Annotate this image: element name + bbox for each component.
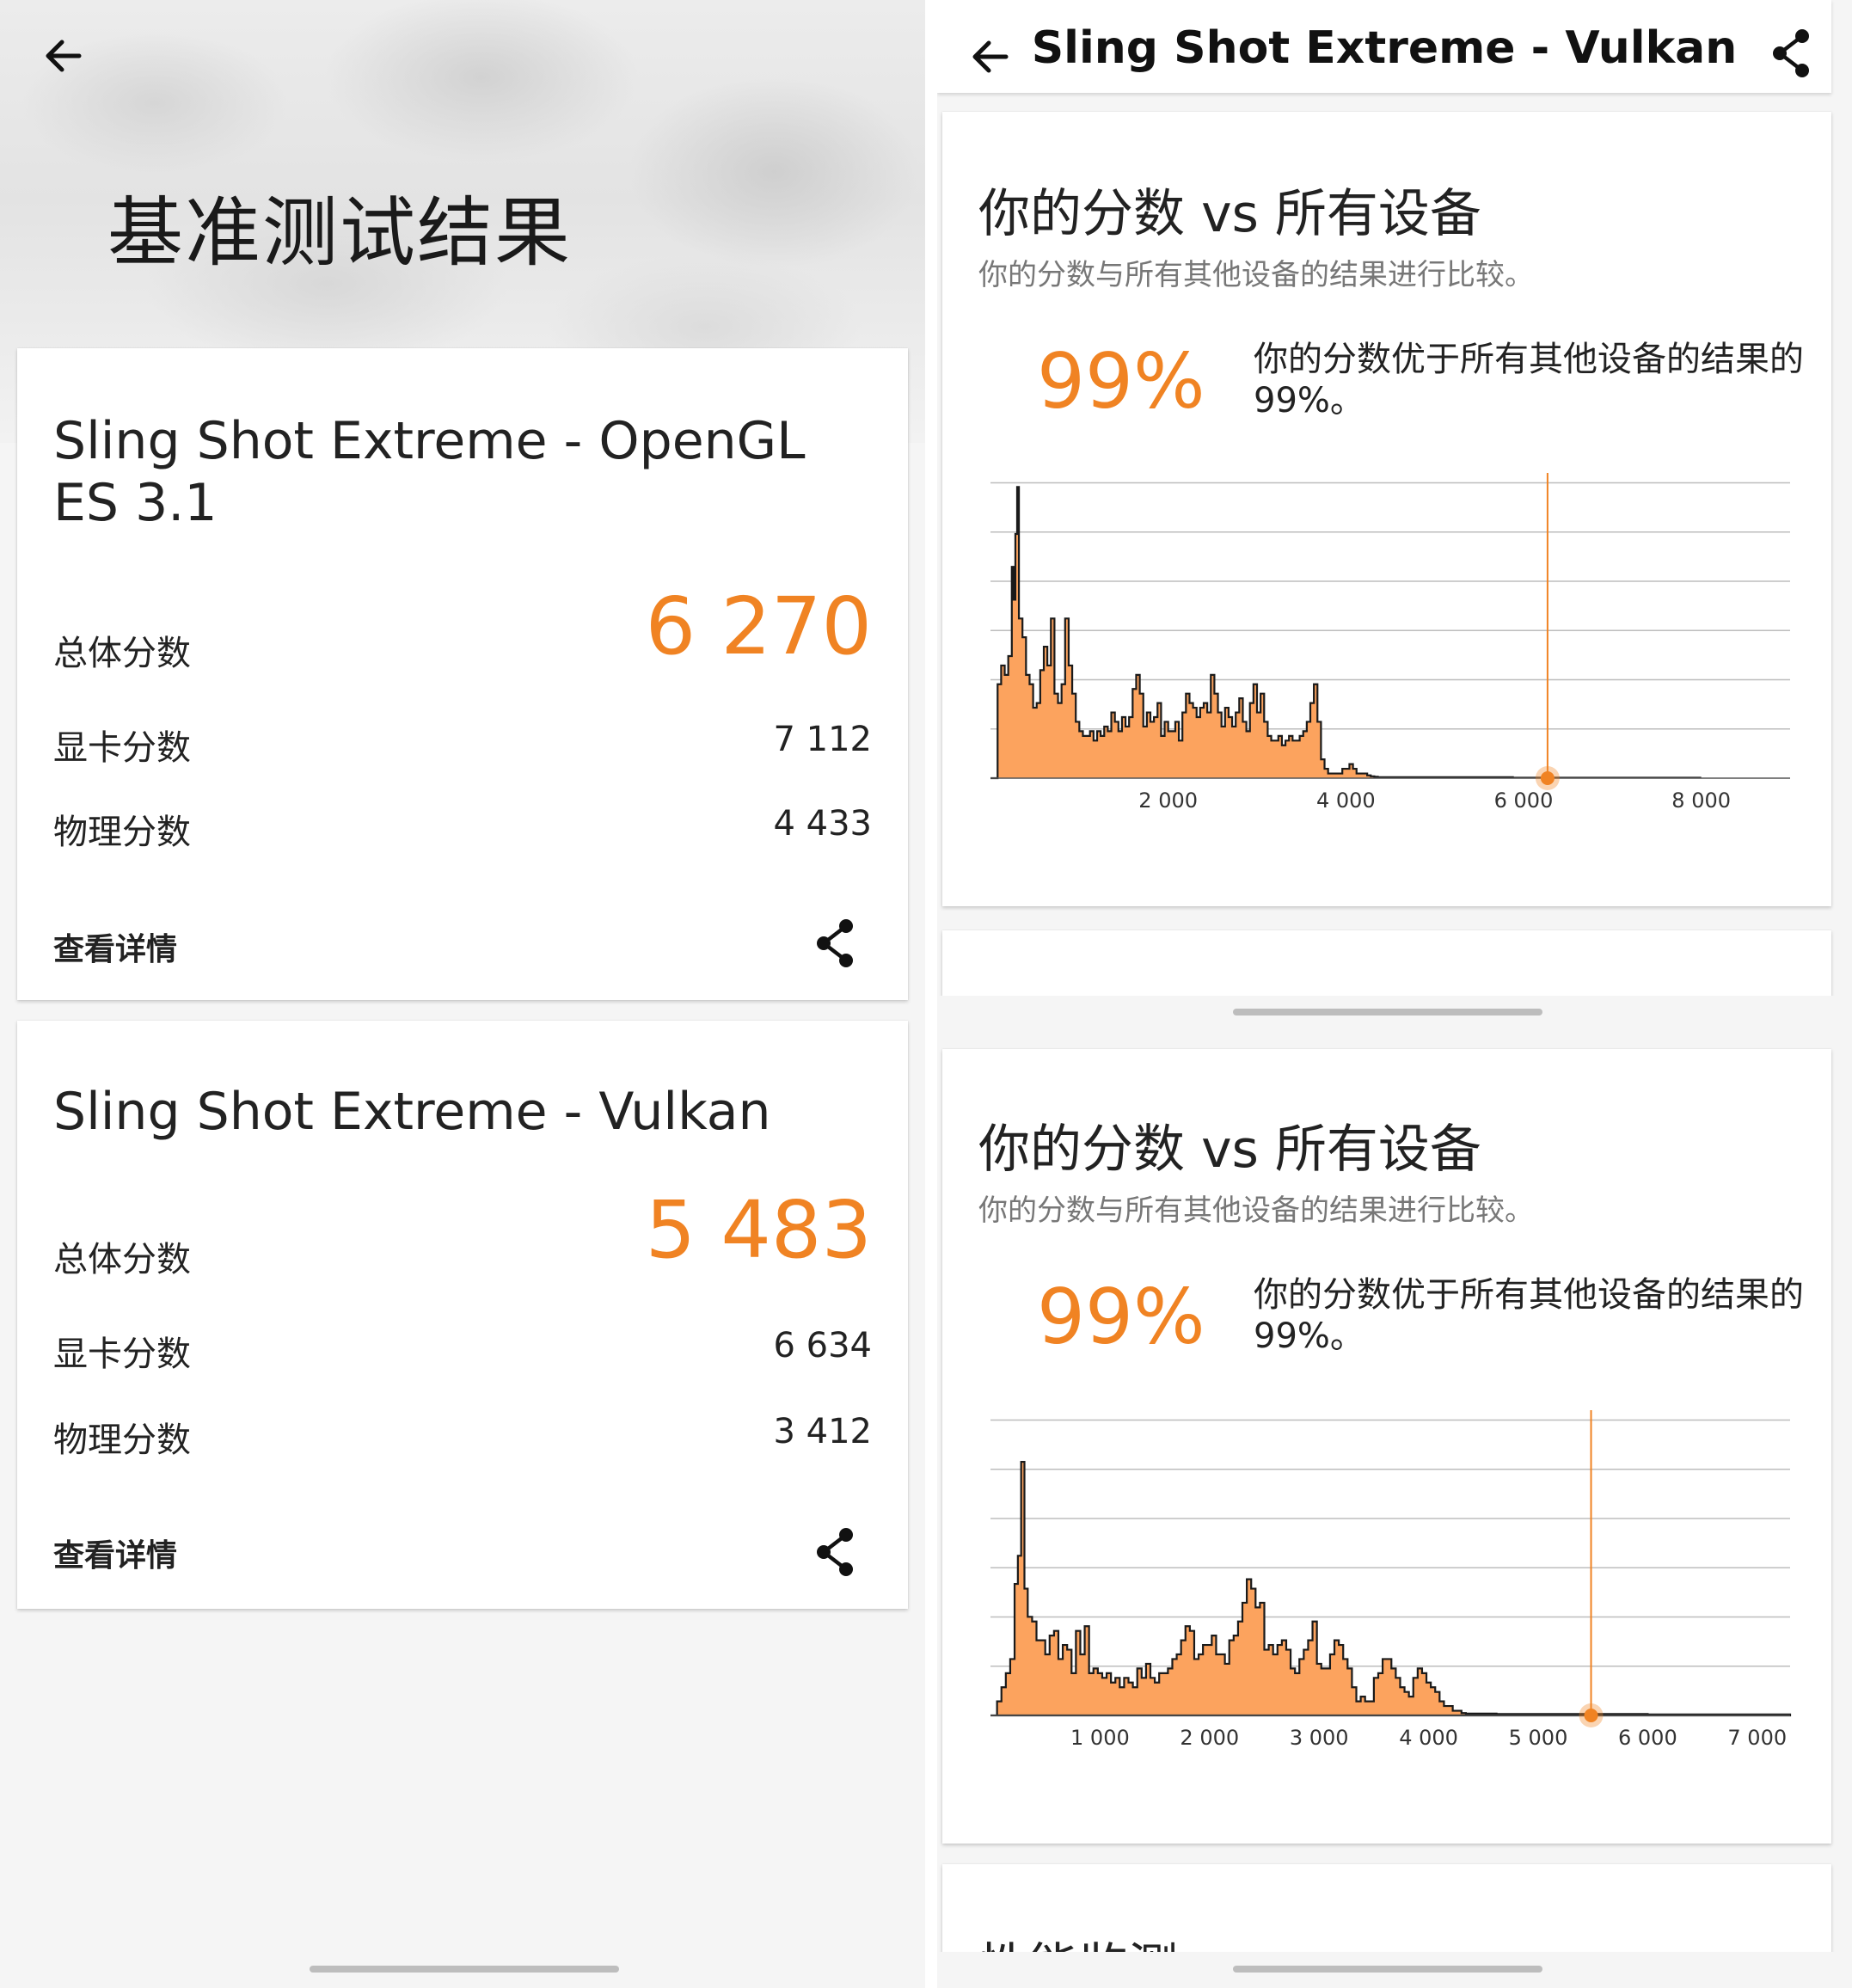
percentile-description: 你的分数优于所有其他设备的结果的 99%。: [1254, 1275, 1804, 1356]
percentile-value: 99%: [1037, 337, 1205, 426]
app-bar-title: Sling Shot Extreme - Vulkan: [1031, 22, 1738, 74]
scroll-divider: [937, 996, 1852, 1047]
x-tick-label: 3 000: [1290, 1726, 1349, 1750]
comparison-title: 你的分数 vs 所有设备: [978, 184, 1481, 244]
graphics-score-value: 6 634: [773, 1326, 872, 1365]
share-icon[interactable]: [812, 1526, 860, 1578]
x-tick-label: 7 000: [1727, 1726, 1787, 1750]
x-tick-label: 6 000: [1494, 788, 1554, 813]
app-bar: Sling Shot Extreme - Vulkan: [937, 0, 1831, 93]
result-card-vulkan[interactable]: Sling Shot Extreme - Vulkan 总体分数 5 483 显…: [17, 1021, 908, 1609]
home-indicator[interactable]: [310, 1966, 619, 1973]
percentile-value: 99%: [1037, 1273, 1205, 1361]
your-score-dot: [1540, 771, 1555, 785]
result-card-opengl[interactable]: Sling Shot Extreme - OpenGL ES 3.1 总体分数 …: [17, 348, 908, 1000]
physics-score-value: 4 433: [773, 804, 872, 844]
physics-score-value: 3 412: [773, 1412, 872, 1451]
score-distribution-chart: 2 000 4 000 6 000 8 000: [990, 473, 1790, 813]
overall-score-label: 总体分数: [53, 634, 191, 673]
overall-score-value: 5 483: [645, 1184, 872, 1276]
graphics-score-label: 显卡分数: [53, 728, 191, 768]
physics-score-label: 物理分数: [53, 1420, 191, 1460]
comparison-subtitle: 你的分数与所有其他设备的结果进行比较。: [978, 258, 1534, 292]
x-tick-label: 6 000: [1618, 1726, 1677, 1750]
distribution-area: [990, 486, 1702, 780]
view-details-link[interactable]: 查看详情: [53, 1531, 177, 1575]
x-tick-label: 4 000: [1399, 1726, 1458, 1750]
score-distribution-chart: 1 000 2 000 3 000 4 000 5 000 6 000 7 000: [990, 1410, 1792, 1750]
view-details-link[interactable]: 查看详情: [53, 924, 177, 969]
x-tick-label: 5 000: [1509, 1726, 1568, 1750]
comparison-title: 你的分数 vs 所有设备: [978, 1120, 1481, 1180]
comparison-card: 你的分数 vs 所有设备 你的分数与所有其他设备的结果进行比较。 99% 你的分…: [942, 1049, 1831, 1844]
card-title: Sling Shot Extreme - OpenGL ES 3.1: [53, 411, 806, 533]
overall-score-label: 总体分数: [53, 1240, 191, 1279]
x-tick-label: 8 000: [1671, 788, 1731, 813]
home-indicator[interactable]: [1233, 1009, 1542, 1015]
physics-score-label: 物理分数: [53, 813, 191, 852]
results-screen: 基准测试结果 Sling Shot Extreme - OpenGL ES 3.…: [0, 0, 925, 1988]
x-tick-label: 2 000: [1138, 788, 1198, 813]
share-icon[interactable]: [812, 917, 860, 969]
back-arrow-icon[interactable]: [38, 30, 89, 82]
x-tick-label: 1 000: [1070, 1726, 1130, 1750]
home-indicator[interactable]: [1233, 1966, 1542, 1973]
distribution-area: [990, 1460, 1792, 1717]
graphics-score-value: 7 112: [773, 720, 872, 759]
performance-monitor-card: 性能监测: [942, 1864, 1831, 1959]
comparison-subtitle: 你的分数与所有其他设备的结果进行比较。: [978, 1193, 1534, 1228]
overall-score-value: 6 270: [645, 580, 872, 672]
graphics-score-label: 显卡分数: [53, 1335, 191, 1374]
card-title: Sling Shot Extreme - Vulkan: [53, 1082, 771, 1142]
x-tick-label: 2 000: [1180, 1726, 1239, 1750]
share-icon[interactable]: [1768, 28, 1816, 79]
percentile-description: 你的分数优于所有其他设备的结果的 99%。: [1254, 340, 1804, 420]
comparison-card: 你的分数 vs 所有设备 你的分数与所有其他设备的结果进行比较。 99% 你的分…: [942, 112, 1831, 906]
your-score-dot: [1584, 1709, 1598, 1722]
detail-screen: Sling Shot Extreme - Vulkan 你的分数 vs 所有设备…: [937, 0, 1852, 1988]
x-tick-label: 4 000: [1316, 788, 1376, 813]
page-title: 基准测试结果: [107, 188, 573, 277]
